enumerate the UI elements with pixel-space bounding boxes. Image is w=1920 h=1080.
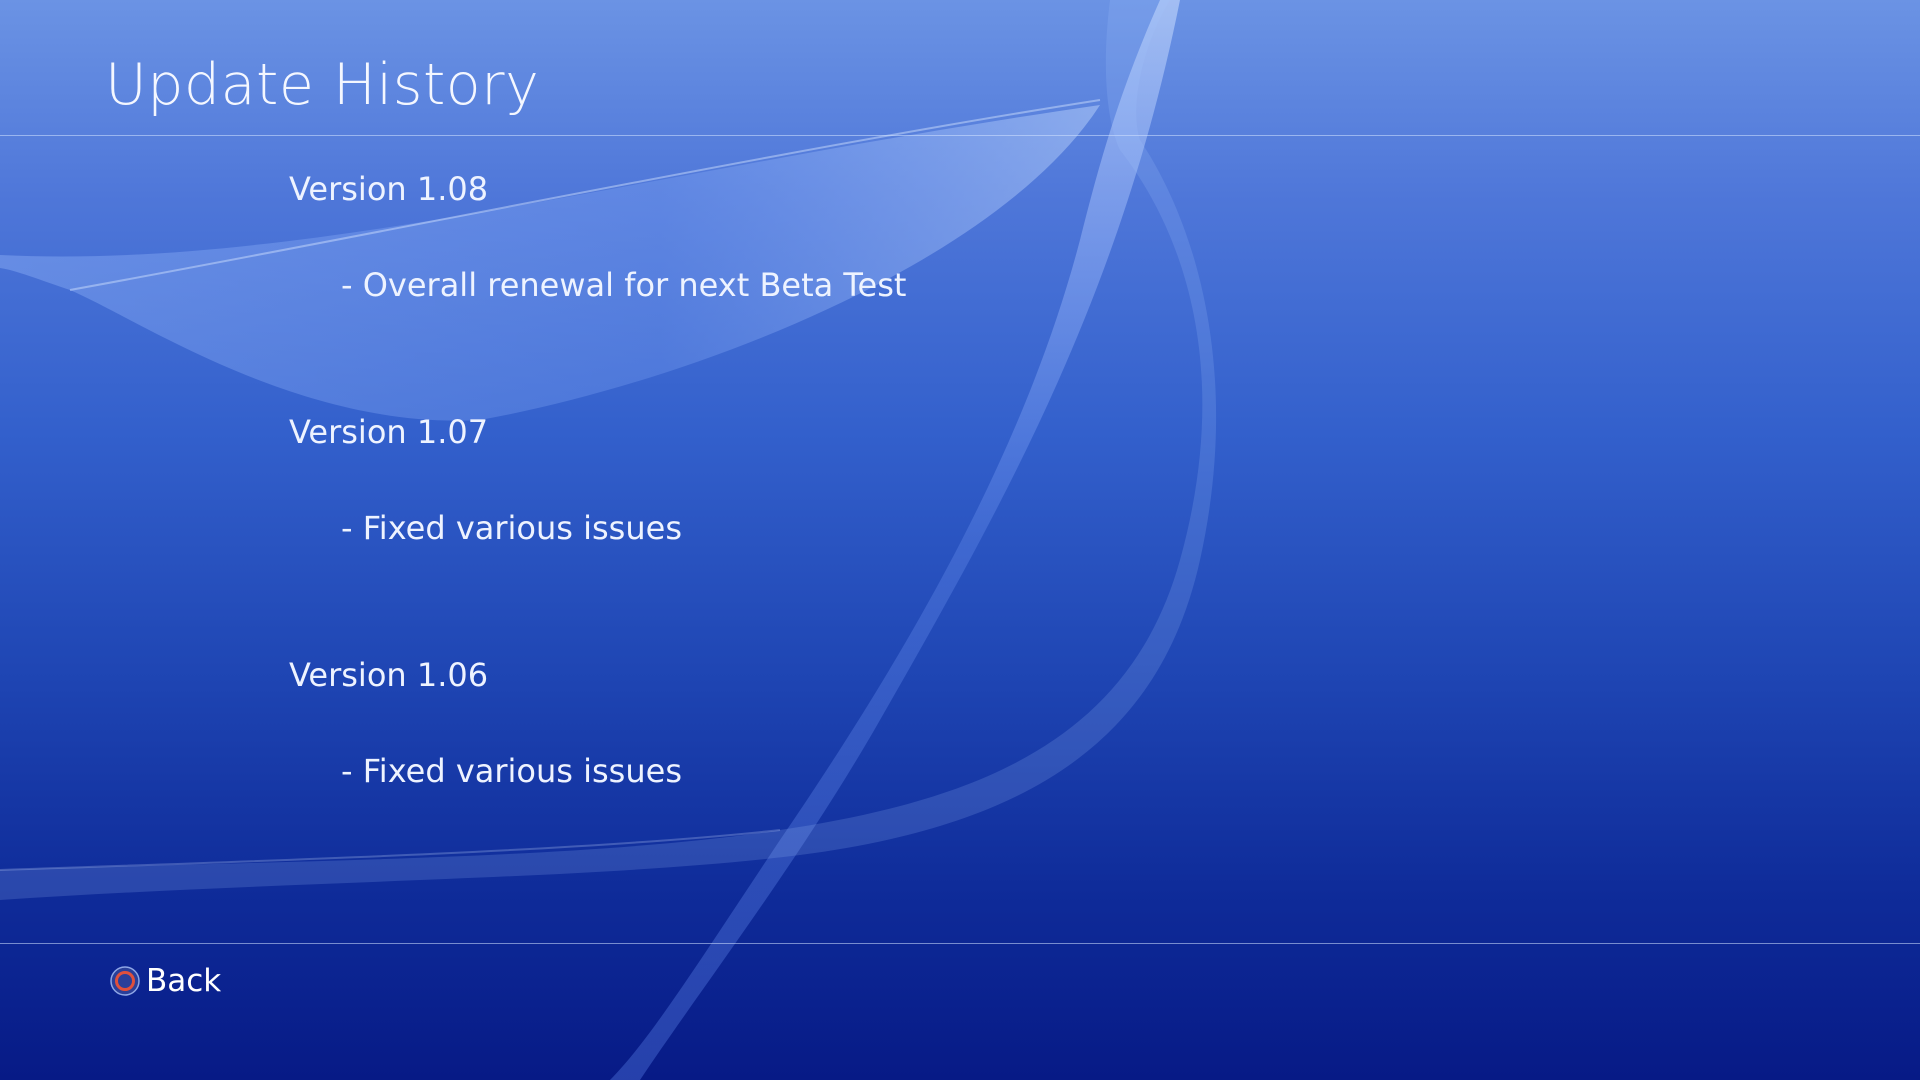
back-label: Back <box>146 963 222 999</box>
history-entry: Version 1.07 - Fixed various issues <box>0 379 1920 622</box>
version-label: Version 1.06 <box>289 656 489 694</box>
circle-button-icon <box>110 966 140 996</box>
history-entry: Version 1.08 - Overall renewal for next … <box>0 136 1920 379</box>
page-title: Update History <box>105 52 540 118</box>
history-entry: Version 1.06 - Fixed various issues <box>0 622 1920 865</box>
footer: Back <box>0 944 1920 1080</box>
version-label: Version 1.08 <box>289 170 489 208</box>
version-note: - Overall renewal for next Beta Test <box>341 266 907 304</box>
page-header: Update History <box>0 0 1920 135</box>
back-button[interactable]: Back <box>110 958 221 1004</box>
update-history-list: Version 1.08 - Overall renewal for next … <box>0 136 1920 942</box>
version-label: Version 1.07 <box>289 413 489 451</box>
version-note: - Fixed various issues <box>341 752 682 790</box>
version-note: - Fixed various issues <box>341 509 682 547</box>
